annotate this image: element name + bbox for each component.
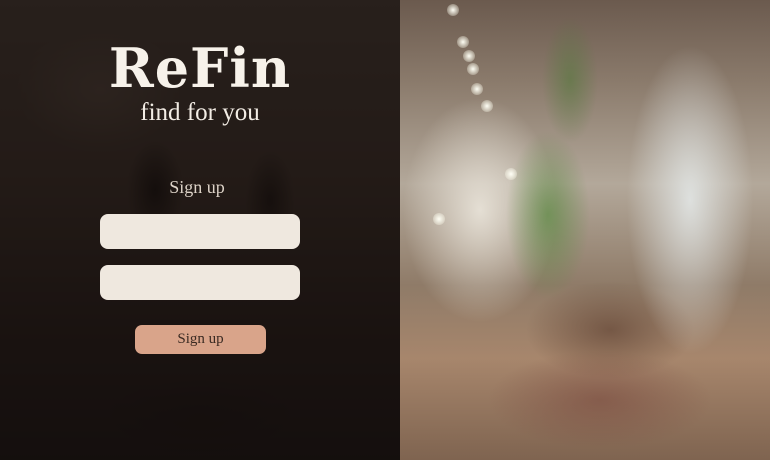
signup-panel: ReFin find for you Sign up Sign up (0, 0, 400, 460)
ceiling-light (471, 83, 483, 95)
signup-button[interactable]: Sign up (135, 325, 266, 354)
ceiling-light (481, 100, 493, 112)
signup-field-1[interactable] (100, 214, 300, 249)
ceiling-light (447, 4, 459, 16)
brand-tagline: find for you (140, 99, 260, 126)
ceiling-light (505, 168, 517, 180)
ceiling-light (457, 36, 469, 48)
ceiling-light (467, 63, 479, 75)
brand-logo: ReFin (108, 36, 292, 100)
ceiling-light (433, 213, 445, 225)
signup-field-2[interactable] (100, 265, 300, 300)
form-title: Sign up (169, 177, 225, 197)
ceiling-light (463, 50, 475, 62)
